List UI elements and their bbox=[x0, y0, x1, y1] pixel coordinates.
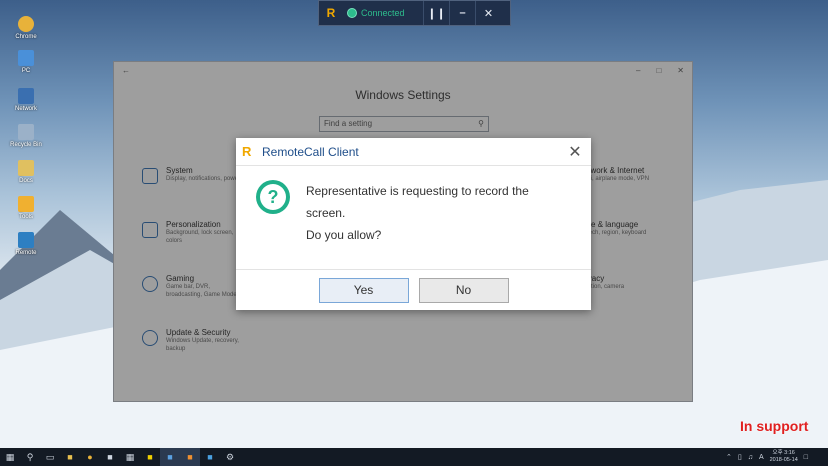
start-button[interactable]: ▦ bbox=[0, 448, 20, 466]
connection-status: Connected bbox=[343, 8, 423, 18]
dialog-title: RemoteCall Client bbox=[262, 144, 359, 159]
pause-icon: ❙❙ bbox=[427, 7, 446, 20]
taskbar-search-button[interactable]: ⚲ bbox=[20, 448, 40, 466]
search-icon: ⚲ bbox=[26, 451, 34, 462]
taskbar-remote[interactable]: ■ bbox=[200, 448, 220, 466]
task-view-icon: ▭ bbox=[45, 451, 55, 462]
folder-icon: ■ bbox=[67, 452, 73, 462]
desktop-icon-label: Remote bbox=[15, 250, 37, 256]
desktop-icon-label: Docs bbox=[19, 178, 33, 184]
windows-logo-icon: ▦ bbox=[5, 451, 15, 462]
question-icon: ? bbox=[256, 180, 290, 214]
desktop-icon-label: Chrome bbox=[15, 34, 37, 40]
chat-icon: ■ bbox=[147, 452, 153, 462]
gear-icon: ⚙ bbox=[225, 451, 235, 462]
close-button[interactable]: ✕ bbox=[475, 1, 501, 25]
ime-indicator[interactable]: A bbox=[759, 454, 764, 461]
desktop-icon-pc[interactable]: PC bbox=[8, 50, 44, 74]
clock-time: 오후 3:16 bbox=[772, 450, 795, 456]
remotecall-logo-icon: R bbox=[326, 6, 336, 20]
desktop-icon-tools[interactable]: Tools bbox=[8, 196, 44, 220]
taskbar: ▦ ⚲ ▭ ■ ● ■ ▦ ■ ■ ■ ■ ⚙ ⌃ ▯ ♫ A 오후 3:16 … bbox=[0, 448, 828, 466]
in-support-label: In support bbox=[740, 418, 809, 434]
clock-date: 2018-05-14 bbox=[769, 457, 798, 463]
desktop-icon-docs[interactable]: Docs bbox=[8, 160, 44, 184]
minimize-button[interactable]: – bbox=[449, 1, 475, 25]
remotecall-logo-icon: R bbox=[242, 144, 252, 159]
network-icon[interactable]: ▯ bbox=[738, 453, 742, 461]
chrome-icon: ● bbox=[87, 452, 93, 462]
system-tray: ⌃ ▯ ♫ A 오후 3:16 2018-05-14 □ bbox=[726, 450, 828, 464]
dialog-message: Representative is requesting to record t… bbox=[306, 180, 571, 257]
taskbar-file-explorer[interactable]: ■ bbox=[60, 448, 80, 466]
dialog-message-line1: Representative is requesting to record t… bbox=[305, 184, 529, 220]
remotecall-permission-dialog: R RemoteCall Client ✕ ? Representative i… bbox=[236, 138, 591, 310]
tray-chevron-icon[interactable]: ⌃ bbox=[726, 453, 732, 461]
remote-control-toolbar: R Connected ❙❙ – ✕ bbox=[318, 0, 511, 26]
volume-icon[interactable]: ♫ bbox=[748, 454, 753, 461]
no-button[interactable]: No bbox=[418, 277, 509, 303]
pause-button[interactable]: ❙❙ bbox=[423, 1, 449, 25]
taskbar-chrome[interactable]: ● bbox=[80, 448, 100, 466]
taskbar-chat[interactable]: ■ bbox=[140, 448, 160, 466]
close-icon: ✕ bbox=[483, 7, 494, 20]
desktop-icon-remote[interactable]: Remote bbox=[8, 232, 44, 256]
dialog-footer: Yes No bbox=[236, 270, 591, 310]
remote-app-icon: ■ bbox=[207, 452, 213, 462]
connected-indicator-icon bbox=[347, 8, 357, 18]
minimize-icon: – bbox=[459, 7, 466, 19]
connection-status-label: Connected bbox=[361, 8, 405, 18]
task-view-button[interactable]: ▭ bbox=[40, 448, 60, 466]
desktop-icon-chrome[interactable]: Chrome bbox=[8, 16, 44, 40]
taskbar-settings[interactable]: ⚙ bbox=[220, 448, 240, 466]
photoshop-icon: ■ bbox=[167, 452, 173, 462]
app-icon: ■ bbox=[107, 452, 113, 462]
calculator-icon: ▦ bbox=[125, 451, 135, 462]
desktop-icon-label: PC bbox=[21, 68, 31, 74]
dialog-header: R RemoteCall Client ✕ bbox=[236, 138, 591, 166]
desktop-icon-recycle-bin[interactable]: Recycle Bin bbox=[8, 124, 44, 148]
taskbar-clock[interactable]: 오후 3:16 2018-05-14 bbox=[770, 450, 798, 464]
taskbar-calculator[interactable]: ▦ bbox=[120, 448, 140, 466]
dialog-message-line2: Do you allow? bbox=[305, 228, 382, 242]
desktop-icon-label: Network bbox=[14, 106, 37, 112]
dialog-close-icon[interactable]: ✕ bbox=[565, 142, 585, 162]
taskbar-illustrator[interactable]: ■ bbox=[180, 448, 200, 466]
desktop-icon-label: Recycle Bin bbox=[10, 142, 42, 148]
desktop-icon-label: Tools bbox=[18, 214, 33, 220]
dialog-body: ? Representative is requesting to record… bbox=[236, 166, 591, 270]
yes-button[interactable]: Yes bbox=[318, 277, 409, 303]
desktop-icon-network[interactable]: Network bbox=[8, 88, 44, 112]
notification-icon[interactable]: □ bbox=[804, 454, 808, 461]
taskbar-photoshop[interactable]: ■ bbox=[160, 448, 180, 466]
taskbar-app-1[interactable]: ■ bbox=[100, 448, 120, 466]
illustrator-icon: ■ bbox=[187, 452, 193, 462]
